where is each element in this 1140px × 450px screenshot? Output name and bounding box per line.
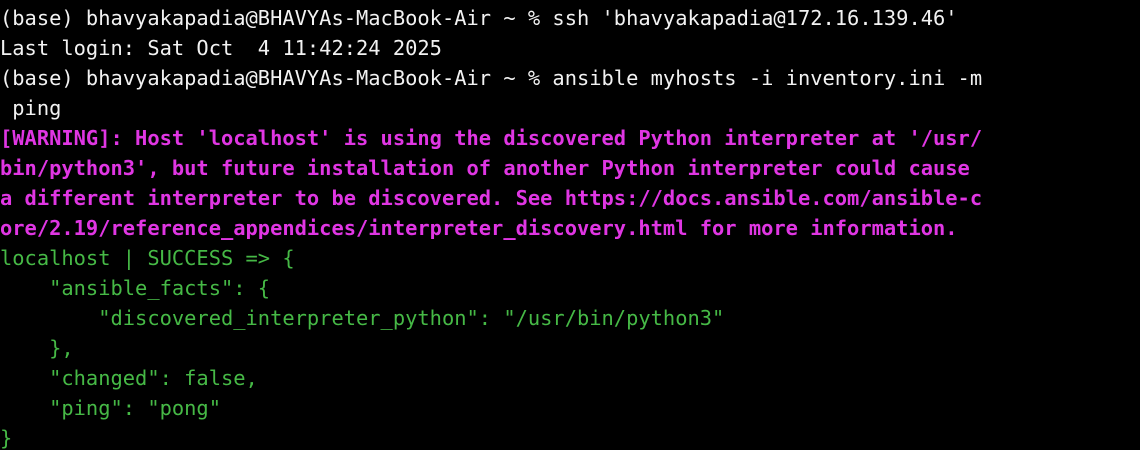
terminal-line-warning-2: bin/python3', but future installation of… bbox=[0, 156, 970, 180]
terminal-line-ansible-command: (base) bhavyakapadia@BHAVYAs-MacBook-Air… bbox=[0, 66, 983, 90]
terminal-window[interactable]: (base) bhavyakapadia@BHAVYAs-MacBook-Air… bbox=[0, 0, 1140, 450]
terminal-line-ansible-facts: "ansible_facts": { bbox=[0, 276, 271, 300]
terminal-line-close-brace: } bbox=[0, 426, 13, 450]
terminal-line-ping: "ping": "pong" bbox=[0, 396, 221, 420]
terminal-line-warning-1: [WARNING]: Host 'localhost' is using the… bbox=[0, 126, 983, 150]
terminal-line-changed: "changed": false, bbox=[0, 366, 258, 390]
terminal-line-warning-3: a different interpreter to be discovered… bbox=[0, 186, 983, 210]
terminal-line-facts-close: }, bbox=[0, 336, 74, 360]
terminal-line-ssh-command: (base) bhavyakapadia@BHAVYAs-MacBook-Air… bbox=[0, 6, 958, 30]
terminal-line-warning-4: ore/2.19/reference_appendices/interprete… bbox=[0, 216, 958, 240]
terminal-line-discovered-interpreter: "discovered_interpreter_python": "/usr/b… bbox=[0, 306, 725, 330]
terminal-line-last-login: Last login: Sat Oct 4 11:42:24 2025 bbox=[0, 36, 442, 60]
terminal-line-success-header: localhost | SUCCESS => { bbox=[0, 246, 295, 270]
terminal-line-ansible-command-wrap: ping bbox=[0, 96, 62, 120]
